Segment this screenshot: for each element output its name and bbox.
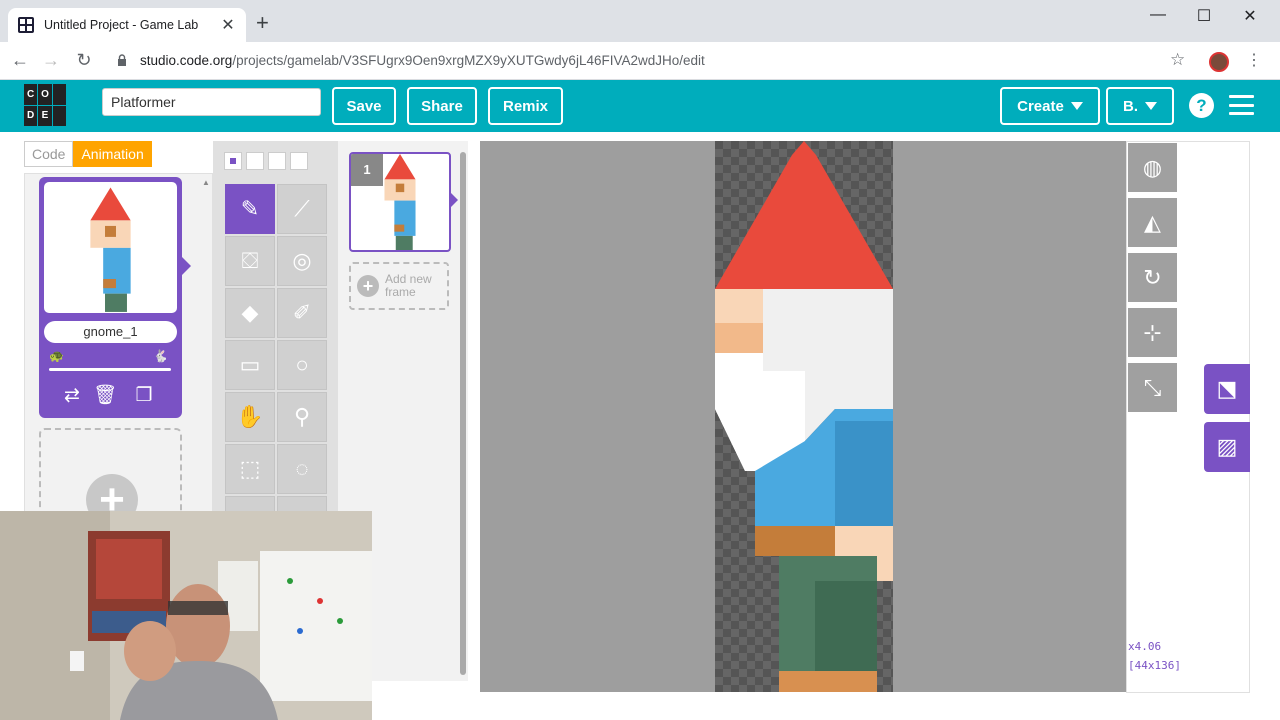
animation-name-field[interactable]: gnome_1 xyxy=(44,321,177,343)
brush-icon[interactable]: ✐ xyxy=(277,288,327,338)
logo-letter xyxy=(52,84,66,105)
address-bar: ← → ↻ studio.code.org/projects/gamelab/V… xyxy=(0,42,1280,80)
animation-card[interactable]: gnome_1 🐢 🐇 ⇄ 🗑 ❐ xyxy=(39,177,191,418)
plus-icon: + xyxy=(357,275,379,297)
frame-rate-slider[interactable] xyxy=(49,368,171,371)
chevron-down-icon xyxy=(1145,102,1157,110)
bookmark-star-icon[interactable]: ☆ xyxy=(1170,50,1185,70)
save-button[interactable]: Save xyxy=(332,87,396,125)
hamburger-menu-icon[interactable] xyxy=(1229,95,1254,115)
hand-icon[interactable]: ✋ xyxy=(225,392,275,442)
url-path: /projects/gamelab/V3SFUgrx9Oen9xrgMZX9yX… xyxy=(232,53,705,68)
onion-skin-icon[interactable]: ◍ xyxy=(1128,143,1177,192)
help-icon[interactable]: ? xyxy=(1189,93,1214,118)
rabbit-icon: 🐇 xyxy=(153,349,168,363)
logo-letter: O xyxy=(38,84,52,105)
eyedropper-icon[interactable]: ⚲ xyxy=(277,392,327,442)
canvas-dimensions: [44x136] xyxy=(1128,659,1181,672)
drawing-toolbox: ✎ ⟋ ⛋ ◎ ◆ ✐ ▭ ○ ✋ ⚲ ⬚ ◌ xyxy=(213,141,338,513)
duplicate-icon[interactable]: ❐ xyxy=(133,385,155,407)
frame-card[interactable]: 1 xyxy=(349,152,451,252)
drawing-canvas[interactable] xyxy=(480,141,1126,692)
flip-icon[interactable]: ◭ xyxy=(1128,198,1177,247)
logo-letter xyxy=(52,105,66,126)
brush-size-4[interactable] xyxy=(290,152,308,170)
back-arrow-icon[interactable]: ← xyxy=(9,50,31,71)
profile-avatar[interactable] xyxy=(1209,52,1229,72)
rotate-icon[interactable]: ↻ xyxy=(1128,253,1177,302)
minimize-button[interactable]: — xyxy=(1148,6,1168,24)
account-label: B. xyxy=(1123,97,1138,115)
circle-icon[interactable]: ○ xyxy=(277,340,327,390)
brush-size-1[interactable] xyxy=(224,152,242,170)
forward-arrow-icon[interactable]: → xyxy=(40,50,62,71)
url-host: studio.code.org xyxy=(140,53,233,68)
rectangle-icon[interactable]: ▭ xyxy=(225,340,275,390)
center-icon[interactable]: ⊹ xyxy=(1128,308,1177,357)
account-menu-button[interactable]: B. xyxy=(1106,87,1174,125)
tab-close-icon[interactable]: ✕ xyxy=(220,15,236,35)
tab-animation[interactable]: Animation xyxy=(73,141,152,167)
webcam-overlay xyxy=(0,511,372,720)
create-label: Create xyxy=(1017,97,1064,115)
logo-letter: E xyxy=(38,105,52,126)
scroll-up-icon[interactable]: ▲ xyxy=(202,178,210,187)
code-org-logo[interactable]: C O D E xyxy=(24,84,66,126)
brush-size-selector xyxy=(224,152,308,170)
browser-menu-icon[interactable]: ⋮ xyxy=(1246,50,1262,70)
fit-icon[interactable]: ⬔ xyxy=(1204,364,1250,414)
add-frame-button[interactable]: + Add new frame xyxy=(349,262,449,310)
gnome-thumbnail-image xyxy=(90,187,131,312)
frame-scrollbar[interactable] xyxy=(460,152,466,675)
selected-arrow-icon xyxy=(451,193,458,207)
turtle-icon: 🐢 xyxy=(49,349,64,363)
share-button[interactable]: Share xyxy=(407,87,477,125)
animation-list: ▲ gnome_1 🐢 🐇 ⇄ 🗑 ❐ + xyxy=(24,173,213,528)
pencil-icon[interactable]: ✎ xyxy=(225,184,275,234)
logo-letter: C xyxy=(24,84,38,105)
rect-select-icon[interactable]: ⬚ xyxy=(225,444,275,494)
reload-icon[interactable]: ↻ xyxy=(73,50,95,71)
chevron-down-icon xyxy=(1070,102,1083,110)
background-image-icon[interactable]: ▨ xyxy=(1204,422,1250,472)
selected-arrow-icon xyxy=(182,257,191,275)
loop-icon[interactable]: ⇄ xyxy=(61,385,83,407)
url-field[interactable]: studio.code.org/projects/gamelab/V3SFUgr… xyxy=(140,53,705,68)
canvas-tools-panel: ◍ ◭ ↻ ⊹ ⤡ ⬔ ▨ xyxy=(1126,141,1250,693)
line-icon[interactable]: ⟋ xyxy=(277,184,327,234)
new-tab-button[interactable]: + xyxy=(256,12,269,34)
mode-toggle: Code Animation xyxy=(24,141,152,167)
brush-size-3[interactable] xyxy=(268,152,286,170)
animation-thumbnail[interactable] xyxy=(44,182,177,313)
frame-number: 1 xyxy=(351,154,383,186)
maximize-button[interactable]: ☐ xyxy=(1194,6,1214,26)
remix-button[interactable]: Remix xyxy=(488,87,563,125)
logo-letter: D xyxy=(24,105,38,126)
browser-tab-bar: Untitled Project - Game Lab ✕ + — ☐ ✕ xyxy=(0,0,1280,42)
add-frame-label: Add new frame xyxy=(385,272,432,299)
gnome-sprite[interactable] xyxy=(715,141,893,692)
webcam-video-image xyxy=(0,511,372,720)
create-menu-button[interactable]: Create xyxy=(1000,87,1100,125)
close-window-button[interactable]: ✕ xyxy=(1240,6,1260,26)
paint-bucket-icon[interactable]: ⛋ xyxy=(225,236,275,286)
resize-icon[interactable]: ⤡ xyxy=(1128,363,1177,412)
eraser-icon[interactable]: ◆ xyxy=(225,288,275,338)
brush-size-2[interactable] xyxy=(246,152,264,170)
trash-icon[interactable]: 🗑 xyxy=(93,385,117,407)
lasso-icon[interactable]: ◌ xyxy=(277,444,327,494)
app-header: C O D E Platformer Save Share Remix Crea… xyxy=(0,80,1280,132)
project-name-field[interactable]: Platformer xyxy=(102,88,321,116)
zoom-level: x4.06 xyxy=(1128,640,1162,653)
lock-icon xyxy=(118,54,126,66)
tab-title: Untitled Project - Game Lab xyxy=(44,18,199,32)
browser-tab[interactable]: Untitled Project - Game Lab ✕ xyxy=(8,8,246,42)
game-lab-favicon-icon xyxy=(18,17,34,33)
tab-code[interactable]: Code xyxy=(24,141,74,167)
recolor-icon[interactable]: ◎ xyxy=(277,236,327,286)
